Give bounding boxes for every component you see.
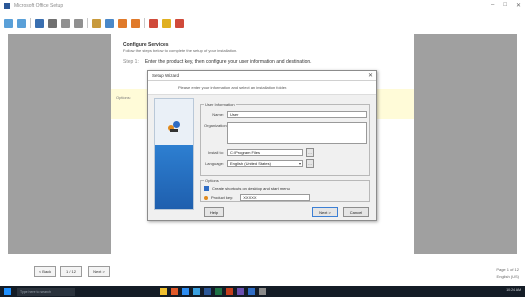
step-number: Step 1:	[123, 59, 139, 65]
minimize-icon[interactable]: –	[491, 2, 494, 9]
dialog-side-artwork	[154, 98, 194, 210]
nav-page-indicator[interactable]: 1 / 12	[60, 266, 82, 277]
taskbar-app-icon[interactable]	[182, 288, 189, 295]
window-title-bar: Microsoft Office Setup – □ ✕	[0, 0, 525, 12]
shortcut-checkbox-label: Create shortcuts on desktop and start me…	[212, 186, 290, 191]
name-label: Name:	[212, 112, 224, 117]
table-icon[interactable]	[131, 18, 140, 28]
dialog-title-bar: Setup Wizard ✕	[148, 71, 376, 81]
dialog-close-icon[interactable]: ✕	[368, 72, 373, 79]
install-location-value: C:\Program Files	[230, 150, 261, 155]
dialog-title: Setup Wizard	[152, 73, 180, 78]
shortcut-checkbox[interactable]	[204, 186, 209, 191]
window-controls: – □ ✕	[491, 2, 521, 9]
chevron-down-icon: ▾	[298, 161, 301, 166]
close-icon[interactable]: ✕	[516, 2, 521, 9]
taskbar-app-icon[interactable]	[226, 288, 233, 295]
toolbar	[0, 12, 525, 34]
copy-icon[interactable]	[74, 18, 83, 28]
toolbar-separator	[30, 18, 31, 28]
left-note: Options:	[116, 95, 131, 100]
image-icon[interactable]	[118, 18, 127, 28]
star-icon[interactable]	[162, 18, 171, 28]
toolbar-separator	[87, 18, 88, 28]
paste-icon[interactable]	[92, 18, 101, 28]
taskbar-app-icon[interactable]	[237, 288, 244, 295]
product-key-label: Product key:	[211, 195, 234, 200]
taskbar-app-icon[interactable]	[204, 288, 211, 295]
taskbar-app-icon[interactable]	[160, 288, 167, 295]
right-margin-panel	[414, 34, 517, 254]
toolbar-separator	[144, 18, 145, 28]
language-options-button[interactable]: …	[306, 159, 314, 168]
language-status-text: English (US)	[496, 274, 519, 279]
app-icon	[4, 3, 10, 9]
setup-dialog: Setup Wizard ✕ Please enter your informa…	[147, 70, 377, 221]
organization-label: Organization:	[204, 123, 228, 128]
help-button[interactable]: Help	[204, 207, 224, 217]
bottom-nav-bar: < Back 1 / 12 Next > Page 1 of 12 Englis…	[0, 254, 525, 286]
save-icon[interactable]	[35, 18, 44, 28]
redo-icon[interactable]	[17, 18, 26, 28]
product-key-row: Product key: XXXXX	[204, 194, 311, 201]
flag-icon[interactable]	[175, 18, 184, 28]
dialog-banner-text: Please enter your information and select…	[178, 85, 288, 90]
nav-next-button[interactable]: Next >	[88, 266, 110, 277]
chart-icon[interactable]	[149, 18, 158, 28]
dialog-banner: Please enter your information and select…	[148, 81, 376, 95]
taskbar-app-icons	[160, 288, 266, 295]
language-select[interactable]: English (United States) ▾	[227, 160, 303, 167]
cut-icon[interactable]	[61, 18, 70, 28]
step-line: Step 1: Enter the product key, then conf…	[123, 59, 312, 65]
organization-field[interactable]	[227, 122, 367, 144]
cancel-button[interactable]: Cancel	[343, 207, 369, 217]
warning-dot-icon	[204, 195, 208, 200]
window-title: Microsoft Office Setup	[14, 3, 64, 9]
product-logo-icon	[168, 121, 180, 133]
group-label-options: Options	[204, 178, 220, 183]
step-text: Enter the product key, then configure yo…	[144, 59, 312, 65]
options-group: Options Create shortcuts on desktop and …	[200, 178, 370, 202]
find-icon[interactable]	[105, 18, 114, 28]
system-clock[interactable]: 10:24 AM	[506, 288, 521, 292]
start-icon[interactable]	[4, 288, 11, 295]
maximize-icon[interactable]: □	[503, 2, 507, 9]
taskbar-app-icon[interactable]	[193, 288, 200, 295]
browse-button[interactable]: …	[306, 148, 314, 157]
page-subtitle: Follow the steps below to complete the s…	[123, 48, 238, 53]
print-icon[interactable]	[48, 18, 57, 28]
page-count-text: Page 1 of 12	[496, 267, 519, 272]
name-field[interactable]: User	[227, 111, 367, 118]
install-location-label: Install to:	[207, 150, 224, 155]
product-key-field[interactable]: XXXXX	[240, 194, 311, 201]
undo-icon[interactable]	[4, 18, 13, 28]
shortcut-checkbox-row[interactable]: Create shortcuts on desktop and start me…	[204, 186, 290, 191]
taskbar-search-box[interactable]: Type here to search	[17, 287, 75, 296]
left-margin-panel	[8, 34, 111, 254]
taskbar-app-icon[interactable]	[215, 288, 222, 295]
taskbar-app-icon[interactable]	[259, 288, 266, 295]
workspace: Configure Services Follow the steps belo…	[0, 34, 525, 254]
language-label: Language:	[205, 161, 224, 166]
nav-back-button[interactable]: < Back	[34, 266, 56, 277]
next-button[interactable]: Next >	[312, 207, 338, 217]
language-value: English (United States)	[230, 161, 271, 166]
taskbar: Type here to search 10:24 AM	[0, 286, 525, 297]
taskbar-app-icon[interactable]	[248, 288, 255, 295]
taskbar-app-icon[interactable]	[171, 288, 178, 295]
group-label-user-info: User Information	[204, 102, 236, 107]
install-location-field[interactable]: C:\Program Files	[227, 149, 303, 156]
user-info-group: User Information Name: User Organization…	[200, 102, 370, 176]
